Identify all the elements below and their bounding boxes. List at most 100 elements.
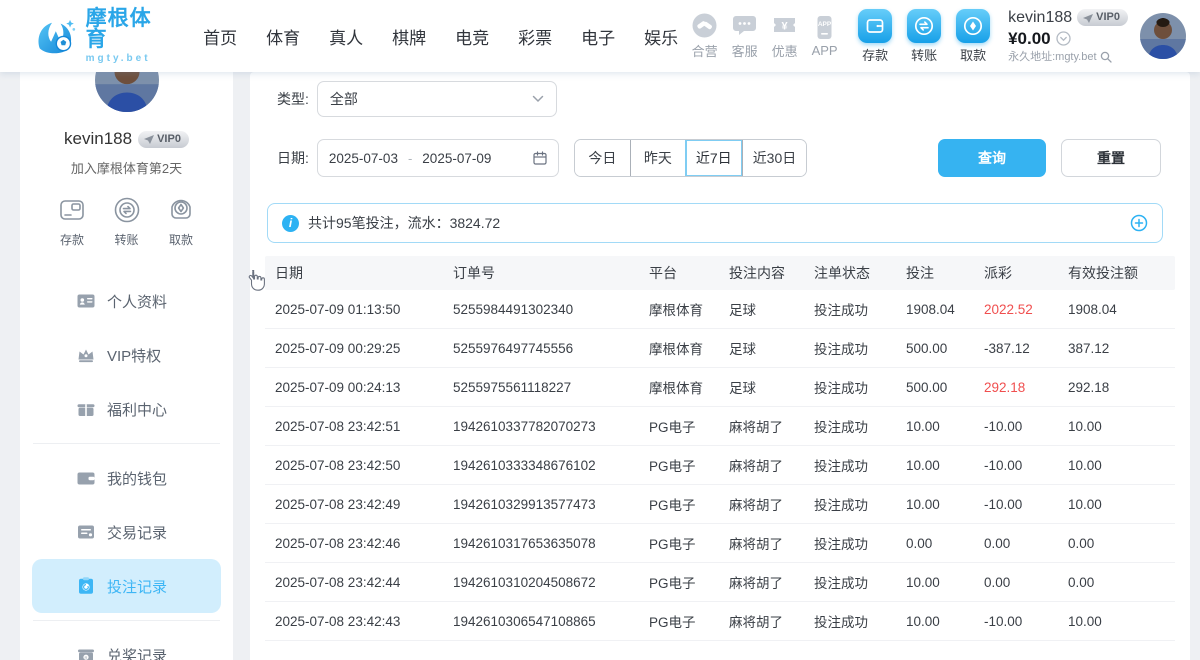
cell-platform: PG电子 — [649, 533, 729, 553]
table-row: 2025-07-08 23:42:49 1942610329913577473 … — [265, 485, 1175, 524]
col-bet: 投注 — [906, 263, 984, 283]
deposit-outline-icon — [56, 194, 88, 226]
sidebar-menu: 个人资料 VIP特权 福利中心 — [20, 274, 233, 660]
col-order: 订单号 — [453, 263, 649, 283]
prize-record-icon: R — [76, 645, 96, 660]
vip-badge: VIP0 — [1077, 9, 1128, 26]
cell-bet-content: 足球 — [729, 377, 814, 397]
menu-item-lottery[interactable]: 彩票 — [518, 24, 552, 49]
cell-date: 2025-07-08 23:42:49 — [275, 497, 453, 512]
bet-table: 日期 订单号 平台 投注内容 注单状态 投注 派彩 有效投注额 2025-07-… — [265, 256, 1175, 641]
cell-bet-amount: 500.00 — [906, 341, 984, 356]
cell-order-number: 1942610337782070273 — [453, 419, 649, 434]
gift-icon — [76, 399, 96, 419]
query-button[interactable]: 查询 — [938, 139, 1046, 177]
sidebar-item-wallet[interactable]: 我的钱包 — [32, 451, 221, 505]
type-select[interactable]: 全部 — [317, 81, 557, 117]
menu-item-live[interactable]: 真人 — [329, 24, 363, 49]
range-today-button[interactable]: 今日 — [575, 140, 630, 176]
table-header: 日期 订单号 平台 投注内容 注单状态 投注 派彩 有效投注额 — [265, 256, 1175, 290]
menu-item-home[interactable]: 首页 — [203, 24, 237, 49]
cell-status: 投注成功 — [814, 299, 906, 319]
table-row: 2025-07-08 23:42:44 1942610310204508672 … — [265, 563, 1175, 602]
sidebar-item-welfare[interactable]: 福利中心 — [32, 382, 221, 436]
cell-date: 2025-07-08 23:42:43 — [275, 614, 453, 629]
menu-item-entertainment[interactable]: 娱乐 — [644, 24, 678, 49]
range-7days-button[interactable]: 近7日 — [685, 140, 742, 176]
cell-valid-amount: 10.00 — [1068, 614, 1175, 629]
cell-platform: PG电子 — [649, 416, 729, 436]
range-yesterday-button[interactable]: 昨天 — [630, 140, 685, 176]
cell-status: 投注成功 — [814, 377, 906, 397]
sidebar-withdraw-label: 取款 — [169, 231, 193, 248]
cell-bet-content: 足球 — [729, 299, 814, 319]
magnifier-icon[interactable] — [1100, 51, 1112, 63]
cell-payout: 0.00 — [984, 575, 1068, 590]
withdraw-icon — [962, 15, 984, 37]
sidebar-transfer-label: 转账 — [114, 231, 138, 248]
menu-item-slots[interactable]: 电子 — [581, 24, 615, 49]
date-to-value: 2025-07-09 — [422, 151, 491, 166]
cell-status: 投注成功 — [814, 338, 906, 358]
sidebar-deposit-button[interactable]: 存款 — [56, 194, 88, 248]
deposit-icon — [865, 16, 885, 36]
col-content: 投注内容 — [729, 263, 814, 283]
cell-bet-amount: 1908.04 — [906, 302, 984, 317]
col-payout: 派彩 — [984, 263, 1068, 283]
menu-item-sports[interactable]: 体育 — [266, 24, 300, 49]
table-row: 2025-07-08 23:42:50 1942610333348676102 … — [265, 446, 1175, 485]
cell-platform: 摩根体育 — [649, 338, 729, 358]
cell-status: 投注成功 — [814, 611, 906, 631]
transfer-label: 转账 — [911, 45, 937, 64]
user-avatar[interactable] — [1140, 13, 1186, 59]
col-status: 注单状态 — [814, 263, 906, 283]
reset-button[interactable]: 重置 — [1061, 139, 1161, 177]
cell-platform: PG电子 — [649, 572, 729, 592]
table-row: 2025-07-09 00:24:13 5255975561118227 摩根体… — [265, 368, 1175, 407]
main-menu: 首页 体育 真人 棋牌 电竞 彩票 电子 娱乐 — [203, 24, 678, 49]
bet-record-icon — [76, 576, 96, 596]
sidebar-item-bet-records[interactable]: 投注记录 — [32, 559, 221, 613]
transfer-icon — [913, 15, 935, 37]
top-navbar: 摩根体育 mgty.bet 首页 体育 真人 棋牌 电竞 彩票 电子 娱乐 合营 — [0, 0, 1200, 72]
menu-item-cards[interactable]: 棋牌 — [392, 24, 426, 49]
cell-order-number: 1942610310204508672 — [453, 575, 649, 590]
sidebar-avatar[interactable] — [95, 72, 159, 112]
type-filter-row: 类型: 全部 — [250, 81, 1190, 117]
transfer-button[interactable]: 转账 — [907, 9, 941, 64]
cell-bet-amount: 10.00 — [906, 575, 984, 590]
chevron-down-icon — [532, 95, 544, 103]
crown-icon — [76, 345, 96, 365]
brand-logo[interactable]: 摩根体育 mgty.bet — [34, 8, 169, 64]
cell-date: 2025-07-08 23:42:51 — [275, 419, 453, 434]
support-label: 客服 — [732, 41, 758, 60]
sidebar-item-profile[interactable]: 个人资料 — [32, 274, 221, 328]
sidebar-transfer-button[interactable]: 转账 — [111, 194, 143, 248]
sidebar-item-transactions[interactable]: 交易记录 — [32, 505, 221, 559]
sidebar-item-vip[interactable]: VIP特权 — [32, 328, 221, 382]
range-30days-button[interactable]: 近30日 — [742, 140, 807, 176]
sidebar-avatar-photo — [95, 72, 159, 112]
cell-order-number: 1942610329913577473 — [453, 497, 649, 512]
support-link[interactable]: 客服 — [731, 12, 758, 60]
date-range-input[interactable]: 2025-07-03 - 2025-07-09 — [317, 139, 559, 177]
partner-link[interactable]: 合营 — [691, 12, 718, 60]
wallet-icon — [76, 468, 96, 488]
app-link[interactable]: APP APP — [811, 14, 838, 58]
cell-status: 投注成功 — [814, 494, 906, 514]
cell-valid-amount: 1908.04 — [1068, 302, 1175, 317]
withdraw-button[interactable]: 取款 — [956, 9, 990, 64]
deposit-button[interactable]: 存款 — [858, 9, 892, 64]
promo-link[interactable]: ¥ 优惠 — [771, 12, 798, 60]
cell-order-number: 1942610333348676102 — [453, 458, 649, 473]
expand-circle-plus-icon[interactable] — [1130, 214, 1148, 232]
menu-item-esports[interactable]: 电竞 — [455, 24, 489, 49]
withdraw-outline-icon — [165, 194, 197, 226]
balance-expand-icon[interactable] — [1056, 31, 1071, 46]
sidebar-item-prize-records[interactable]: R 兑奖记录 — [32, 628, 221, 660]
sidebar-withdraw-button[interactable]: 取款 — [165, 194, 197, 248]
id-card-icon — [76, 291, 96, 311]
username: kevin188 — [1008, 10, 1072, 26]
cell-platform: PG电子 — [649, 611, 729, 631]
joined-days-text: 加入摩根体育第2天 — [20, 158, 233, 177]
